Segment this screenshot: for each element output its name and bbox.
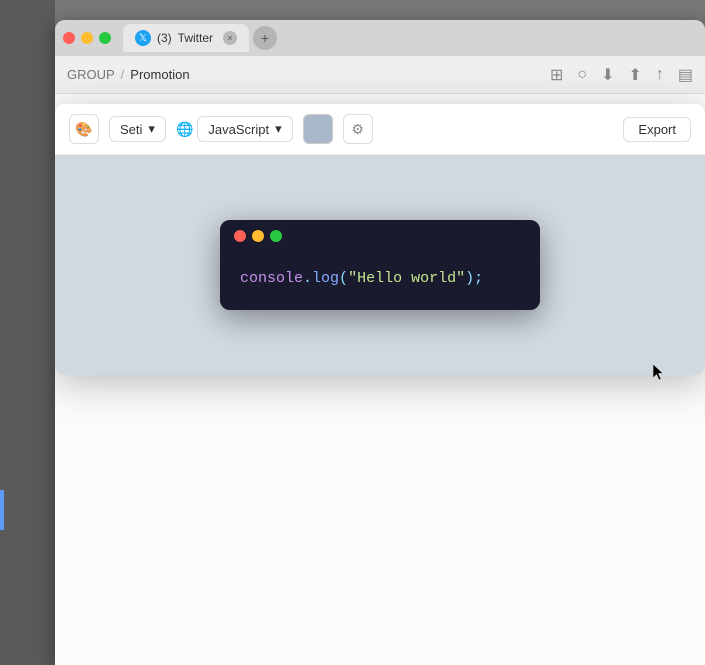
tab-title: Twitter	[178, 31, 213, 45]
browser-window: 𝕏 (3) Twitter × + GROUP / Promotion ⊞ ○ …	[55, 20, 705, 665]
code-window-titlebar	[220, 220, 540, 252]
code-window: console.log("Hello world");	[220, 220, 540, 311]
cloud-upload-icon[interactable]: ⬆	[628, 65, 641, 85]
modal-overlay: 🎨 Seti ▾ 🌐 JavaScript ▾ ⚙ Ex	[55, 94, 705, 665]
language-selector: 🌐 JavaScript ▾	[176, 116, 293, 142]
chevron-down-icon: ▾	[148, 121, 155, 137]
share-icon[interactable]: ↑	[656, 66, 664, 84]
code-content: console.log("Hello world");	[220, 252, 540, 311]
code-dot-yellow	[252, 230, 264, 242]
language-label: JavaScript	[208, 122, 269, 137]
gear-icon[interactable]: ⚙	[343, 114, 373, 144]
tab-bar: 𝕏 (3) Twitter × +	[55, 20, 705, 56]
code-dot-red	[234, 230, 246, 242]
code-string: "Hello world"	[348, 270, 465, 287]
modal-toolbar: 🎨 Seti ▾ 🌐 JavaScript ▾ ⚙ Ex	[55, 104, 705, 155]
minimize-button[interactable]	[81, 32, 93, 44]
theme-dropdown[interactable]: Seti ▾	[109, 116, 166, 142]
code-paren-close: );	[465, 270, 483, 287]
cloud-download-icon[interactable]: ⬇	[601, 65, 614, 85]
code-console: console	[240, 270, 303, 287]
code-dot-char: .	[303, 270, 312, 287]
close-button[interactable]	[63, 32, 75, 44]
palette-icon: 🎨	[69, 114, 99, 144]
sidebar	[0, 0, 55, 665]
browser-toolbar: GROUP / Promotion ⊞ ○ ⬇ ⬆ ↑ ▤	[55, 56, 705, 94]
export-button[interactable]: Export	[623, 117, 691, 142]
grid-icon[interactable]: ⊞	[550, 65, 563, 85]
chevron-down-icon: ▾	[275, 121, 282, 137]
breadcrumb-separator: /	[121, 67, 125, 82]
theme-label: Seti	[120, 122, 142, 137]
code-method: log	[312, 270, 339, 287]
language-dropdown[interactable]: JavaScript ▾	[197, 116, 292, 142]
new-tab-button[interactable]: +	[253, 26, 277, 50]
code-line: console.log("Hello world");	[240, 268, 520, 291]
content-area: example-date.txt No description. Public …	[55, 94, 705, 665]
breadcrumb: GROUP / Promotion	[67, 67, 542, 82]
code-preview-area: console.log("Hello world");	[55, 155, 705, 375]
traffic-lights	[63, 32, 111, 44]
globe-icon: 🌐	[176, 121, 193, 138]
twitter-icon: 𝕏	[135, 30, 151, 46]
breadcrumb-current: Promotion	[130, 67, 189, 82]
columns-icon[interactable]: ▤	[678, 65, 693, 85]
code-paren-open: (	[339, 270, 348, 287]
tab-badge: (3)	[157, 31, 172, 45]
code-dot-green	[270, 230, 282, 242]
code-preview-modal: 🎨 Seti ▾ 🌐 JavaScript ▾ ⚙ Ex	[55, 104, 705, 375]
sidebar-active-indicator	[0, 490, 4, 530]
circle-icon[interactable]: ○	[577, 66, 587, 84]
breadcrumb-group: GROUP	[67, 67, 115, 82]
maximize-button[interactable]	[99, 32, 111, 44]
toolbar-icons: ⊞ ○ ⬇ ⬆ ↑ ▤	[550, 65, 693, 85]
twitter-tab[interactable]: 𝕏 (3) Twitter ×	[123, 24, 249, 52]
color-swatch[interactable]	[303, 114, 333, 144]
tab-close-button[interactable]: ×	[223, 31, 237, 45]
